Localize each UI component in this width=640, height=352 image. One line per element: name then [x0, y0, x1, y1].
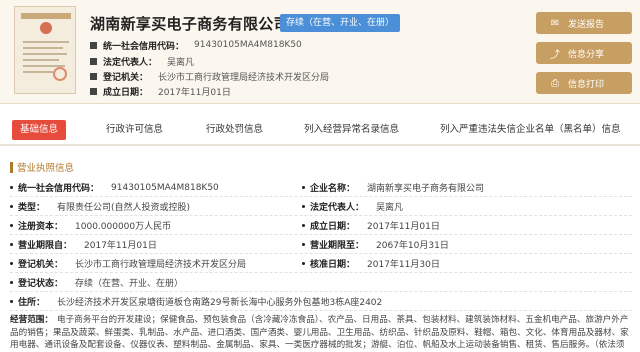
header-founded: 成立日期： 2017年11月01日 [90, 84, 231, 98]
header-credit-code: 统一社会信用代码： 91430105MA4M818K50 [90, 38, 302, 52]
company-header: 湖南新享买电子商务有限公司 存续（在营、开业、在册） 统一社会信用代码： 914… [0, 0, 640, 104]
capital-value: 1000.000000万人民币 [75, 222, 172, 232]
table-row: 登记机关： 长沙市工商行政管理局经济技术开发区分局 核准日期： 2017年11月30… [10, 254, 632, 273]
approval-value: 2017年11月30日 [367, 260, 440, 270]
table-row: 住所： 长沙经济技术开发区泉塘街道板仓南路29号新长海中心服务外包基地3栋A座24… [10, 292, 632, 311]
send-report-button[interactable]: ✉ 发送报告 [536, 12, 632, 34]
share-icon: ⤴ [550, 49, 560, 61]
table-row: 登记状态： 存续（在营、开业、在册） [10, 273, 632, 292]
bullet-icon [90, 72, 97, 80]
share-info-button[interactable]: ⤴ 信息分享 [536, 42, 632, 64]
bullet-icon [90, 57, 97, 65]
founded-value: 2017年11月01日 [367, 222, 440, 232]
reg-status-label: 登记状态： [18, 279, 64, 289]
header-authority: 登记机关： 长沙市工商行政管理局经济技术开发区分局 [90, 69, 329, 83]
tab-blacklist[interactable]: 列入严重违法失信企业名单（黑名单）信息 [440, 120, 621, 140]
action-buttons: ✉ 发送报告 ⤴ 信息分享 ⎙ 信息打印 [536, 12, 632, 102]
print-icon: ⎙ [551, 77, 559, 89]
tab-admin-penalty[interactable]: 行政处罚信息 [206, 120, 263, 140]
address-value: 长沙经济技术开发区泉塘街道板仓南路29号新长海中心服务外包基地3栋A座2402 [57, 298, 383, 308]
term-to-value: 2067年10月31日 [376, 241, 449, 251]
legal-rep-value: 吴离凡 [376, 203, 404, 213]
company-name: 湖南新享买电子商务有限公司 [90, 15, 289, 33]
reg-status-value: 存续（在营、开业、在册） [75, 279, 184, 289]
address-label: 住所： [18, 298, 46, 308]
send-icon: ✉ [550, 17, 560, 29]
type-label: 类型： [18, 203, 46, 213]
business-scope: 经营范围： 电子商务平台的开发建设；保健食品、预包装食品（含冷藏冷冻食品）、农产品… [10, 314, 632, 352]
term-to-label: 营业期限至： [310, 241, 365, 251]
company-name-value: 湖南新享买电子商务有限公司 [367, 184, 485, 194]
print-info-button[interactable]: ⎙ 信息打印 [536, 72, 632, 94]
info-tabs: 基础信息 行政许可信息 行政处罚信息 列入经营异常名录信息 列入严重违法失信企业… [0, 112, 640, 146]
scope-value: 电子商务平台的开发建设；保健食品、预包装食品（含冷藏冷冻食品）、农产品、日用品、… [10, 315, 629, 351]
credit-code-label: 统一社会信用代码： [18, 184, 100, 194]
authority-label: 登记机关： [18, 260, 64, 270]
approval-label: 核准日期： [310, 260, 356, 270]
legal-rep-label: 法定代表人： [310, 203, 365, 213]
scope-label: 经营范围： [10, 315, 53, 325]
table-row: 注册资本： 1000.000000万人民币 成立日期： 2017年11月01日 [10, 216, 632, 235]
table-row: 类型： 有限责任公司(自然人投资或控股) 法定代表人： 吴离凡 [10, 197, 632, 216]
business-license-thumbnail[interactable] [14, 6, 76, 94]
table-row: 统一社会信用代码： 91430105MA4M818K50 企业名称： 湖南新享买电子… [10, 178, 632, 197]
table-row: 营业期限自： 2017年11月01日 营业期限至： 2067年10月31日 [10, 235, 632, 254]
term-from-value: 2017年11月01日 [84, 241, 157, 251]
tab-admin-license[interactable]: 行政许可信息 [106, 120, 163, 140]
term-from-label: 营业期限自： [18, 241, 73, 251]
credit-code-value: 91430105MA4M818K50 [111, 182, 219, 193]
type-value: 有限责任公司(自然人投资或控股) [57, 203, 191, 213]
status-badge: 存续（在营、开业、在册） [280, 14, 401, 32]
tab-basic-info[interactable]: 基础信息 [12, 120, 67, 140]
founded-label: 成立日期： [310, 222, 356, 232]
bullet-icon [90, 87, 97, 95]
tab-abnormal-list[interactable]: 列入经营异常名录信息 [304, 120, 399, 140]
section-marker [10, 161, 13, 173]
national-emblem-icon [40, 22, 52, 34]
header-legal-rep: 法定代表人： 吴离凡 [90, 54, 194, 68]
official-seal-icon [53, 67, 67, 81]
section-title: 营业执照信息 [10, 160, 74, 174]
company-name-label: 企业名称： [310, 184, 356, 194]
authority-value: 长沙市工商行政管理局经济技术开发区分局 [75, 260, 247, 270]
capital-label: 注册资本： [18, 222, 64, 232]
bullet-icon [90, 41, 97, 49]
